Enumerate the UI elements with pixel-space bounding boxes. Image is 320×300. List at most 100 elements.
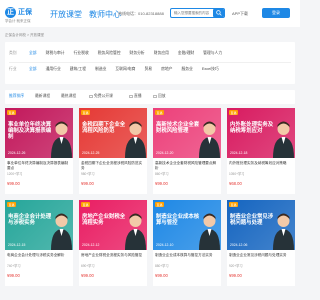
filter-label: 类别 [9, 51, 17, 55]
thumbnail-title: 事业单位年终决算编制及决算报表编制 [8, 122, 52, 141]
filter-option[interactable]: 建筑/工程 [70, 67, 86, 72]
course-title[interactable]: 金税四期下企业全流程涉税风险防范实务 [81, 161, 145, 170]
sort-recommended[interactable]: 推荐排序 [9, 94, 24, 99]
thumbnail-title: 制造业企业常见涉税问题与处理 [230, 214, 274, 227]
course-title[interactable]: 制造业企业常见涉税问题与处理实务 [229, 253, 293, 258]
logo[interactable]: 正 正保 [5, 5, 47, 19]
course-card[interactable]: 直播 房地产企业财税全流程实务 2024-12-12 房地产企业财税全流程实务与风险管… [79, 200, 147, 286]
course-card[interactable]: 直播电商企业会计处理与涉税实务 2024-12-15 电商企业会计处理与涉税实务全解… [5, 200, 73, 286]
course-card[interactable]: 直播 金税四期下企业全流程风险防范 2024-12-25 金税四期下企业全流程涉税风险… [79, 108, 147, 194]
course-card[interactable]: 直播 高新技术企业全套财税风险管理 2024-12-20 高新技术企业全套财税风险管理… [153, 108, 221, 194]
filter-option[interactable]: 财税与审计 [46, 51, 65, 56]
course-grid: 直播 事业单位年终决算编制及决算报表编制 2024-12-26 事业单位年终决算编制及… [5, 108, 295, 300]
live-badge: 直播 [81, 202, 91, 207]
course-thumbnail[interactable]: 直播 制造业企业成本核算与管控 2024-12-10 [153, 200, 221, 250]
course-price: ¥99.00 [155, 273, 168, 278]
filter-option[interactable]: 金融/理财 [178, 51, 194, 56]
app-download-link[interactable]: APP下载 [232, 11, 248, 17]
course-price: ¥99.00 [155, 181, 168, 186]
live-badge: 直播 [229, 110, 239, 115]
course-date: 2024-12-15 [8, 243, 26, 247]
nav-teacher-center[interactable]: 教师中心 [89, 9, 121, 20]
filter-label: 行业 [9, 67, 17, 71]
lecturer-portrait-icon [199, 121, 220, 158]
course-title[interactable]: 高新技术企业全套财税风险管理要点解析 [155, 161, 219, 170]
course-date: 2024-12-26 [8, 151, 26, 155]
course-price: ¥68.00 [229, 181, 242, 186]
live-badge: 直播 [81, 110, 91, 115]
search-input[interactable] [171, 11, 213, 15]
sort-hottest[interactable]: 最热课程 [61, 94, 76, 99]
nav-open-class[interactable]: 开放课堂 [50, 9, 82, 20]
course-card[interactable]: 直播 制造业企业常见涉税问题与处理 2024-12-06 制造业企业常见涉税问题与处理… [227, 200, 295, 286]
course-meta: 740+学习 [7, 264, 21, 268]
hotline-text: 热线电话：010-82318888 [118, 11, 164, 16]
live-badge: 直播 [7, 110, 17, 115]
course-card[interactable]: 直播内外账处理实务及纳税筹划应对 2024-12-18 内外账处理实务及纳税筹划应对… [227, 108, 295, 194]
filter-option[interactable]: 全部 [29, 67, 37, 72]
filter-option[interactable]: 财务应用 [154, 51, 169, 56]
course-price: ¥99.00 [7, 181, 20, 186]
course-title[interactable]: 电商企业会计处理与涉税实务全解析 [7, 253, 71, 258]
filter-option[interactable]: 通用行业 [46, 67, 61, 72]
login-button[interactable]: 登录 [262, 8, 290, 18]
course-thumbnail[interactable]: 直播 高新技术企业全套财税风险管理 2024-12-20 [153, 108, 221, 158]
course-card[interactable]: 直播 制造业企业成本核算与管控 2024-12-10 制造业企业成本核算与管控方法实务… [153, 200, 221, 286]
course-price: ¥99.00 [7, 273, 20, 278]
checkbox [89, 94, 93, 99]
filter-free-checkbox[interactable]: 免费公开课 [89, 94, 113, 99]
filter-replay-checkbox[interactable]: 回放 [153, 94, 166, 99]
course-meta: 880+学习 [155, 264, 169, 268]
main-nav: 开放课堂 教师中心 [50, 9, 121, 20]
course-thumbnail[interactable]: 直播电商企业会计处理与涉税实务 2024-12-15 [5, 200, 73, 250]
filter-option[interactable]: 制造业 [95, 67, 106, 72]
course-meta: 1200+学习 [7, 172, 23, 176]
filter-option[interactable]: 财务分析 [130, 51, 145, 56]
thumbnail-title: 内外账处理实务及纳税筹划应对 [230, 122, 274, 135]
course-date: 2024-12-12 [82, 243, 100, 247]
course-title[interactable]: 事业单位年终决算编制及决算报表编制要点 [7, 161, 71, 170]
thumbnail-title: 制造业企业成本核算与管控 [156, 214, 200, 227]
filter-option[interactable]: 行业税收 [74, 51, 89, 56]
thumbnail-title: 高新技术企业全套财税风险管理 [156, 122, 200, 135]
filter-option[interactable]: 税务风险管控 [98, 51, 121, 56]
course-date: 2024-12-20 [156, 151, 174, 155]
course-date: 2024-12-06 [230, 243, 248, 247]
filter-option[interactable]: 服务业 [181, 67, 192, 72]
course-thumbnail[interactable]: 直播事业单位年终决算编制及决算报表编制 2024-12-26 [5, 108, 73, 158]
filter-row-category: 类别 全部 财税与审计 行业税收 税务风险管控 财务分析 财务应用 金融/理财 … [9, 51, 231, 56]
checkbox-label: 回放 [158, 94, 166, 98]
filter-option[interactable]: 房地产 [161, 67, 172, 72]
course-thumbnail[interactable]: 直播内外账处理实务及纳税筹划应对 2024-12-18 [227, 108, 295, 158]
course-thumbnail[interactable]: 直播 房地产企业财税全流程实务 2024-12-12 [79, 200, 147, 250]
sort-bar: 推荐排序 最新课程 最热课程 免费公开课 直播 回放 [5, 90, 295, 104]
lecturer-portrait-icon [125, 213, 146, 250]
lecturer-portrait-icon [273, 213, 294, 250]
checkbox-label: 免费公开课 [94, 94, 113, 98]
live-badge: 直播 [7, 202, 17, 207]
filter-option[interactable]: 管理与人力 [203, 51, 222, 56]
course-card[interactable]: 直播事业单位年终决算编制及决算报表编制 2024-12-26 事业单位年终决算编制及… [5, 108, 73, 194]
search-icon [215, 10, 222, 16]
search-button[interactable] [213, 9, 224, 17]
course-thumbnail[interactable]: 直播 制造业企业常见涉税问题与处理 2024-12-06 [227, 200, 295, 250]
course-date: 2024-12-18 [230, 151, 248, 155]
filter-option[interactable]: 贸易 [144, 67, 152, 72]
lecturer-portrait-icon [125, 121, 146, 158]
filter-option[interactable]: 全部 [29, 51, 37, 56]
live-badge: 直播 [155, 202, 165, 207]
filter-option[interactable]: 互联网/电商 [115, 67, 135, 72]
course-title[interactable]: 房地产企业财税全流程实务与风险管控 [81, 253, 145, 258]
sort-newest[interactable]: 最新课程 [35, 94, 50, 99]
checkbox-label: 直播 [134, 94, 142, 98]
course-title[interactable]: 制造业企业成本核算与管控方法实务 [155, 253, 219, 258]
course-meta: 1050+学习 [229, 172, 245, 176]
thumbnail-title: 金税四期下企业全流程风险防范 [82, 122, 126, 135]
filter-panel: 类别 全部 财税与审计 行业税收 税务风险管控 财务分析 财务应用 金融/理财 … [5, 42, 295, 84]
course-price: ¥99.00 [81, 273, 94, 278]
course-thumbnail[interactable]: 直播 金税四期下企业全流程风险防范 2024-12-25 [79, 108, 147, 158]
thumbnail-title: 电商企业会计处理与涉税实务 [8, 214, 52, 227]
filter-option[interactable]: Excel技巧 [202, 67, 219, 72]
filter-live-checkbox[interactable]: 直播 [129, 94, 142, 99]
course-title[interactable]: 内外账处理实务及纳税筹划应对策略 [229, 161, 293, 166]
